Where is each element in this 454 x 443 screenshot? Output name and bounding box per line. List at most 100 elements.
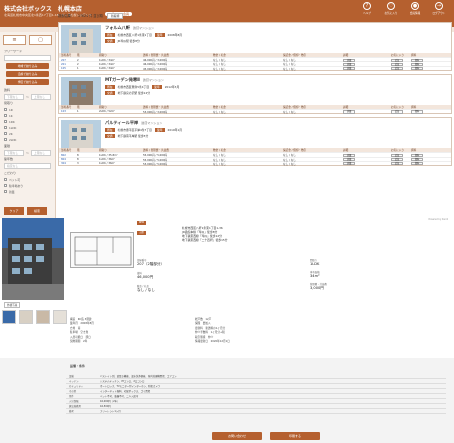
option-item[interactable]: 新築 bbox=[4, 189, 51, 194]
room-row: 804 8 1LDK / 36m² 55,000円 / 5,000円 なし / なし なし… bbox=[59, 156, 451, 162]
checkbox[interactable] bbox=[4, 190, 7, 193]
document-button[interactable]: 資料 bbox=[411, 162, 423, 166]
room-deposit: なし / なし bbox=[213, 162, 226, 166]
checkbox[interactable] bbox=[4, 120, 7, 123]
thumbnail[interactable] bbox=[53, 310, 67, 324]
clear-button[interactable]: クリア bbox=[4, 207, 24, 215]
room-number-link[interactable]: 304 bbox=[61, 162, 77, 165]
document-button[interactable]: 資料 bbox=[411, 62, 423, 66]
station-tag: 交通 bbox=[105, 90, 115, 95]
checkbox[interactable] bbox=[4, 138, 7, 141]
favorite-button[interactable]: 追加 bbox=[391, 66, 403, 71]
building-station: JR琴似駅 徒歩8分 bbox=[117, 39, 140, 43]
station-tag: 交通 bbox=[105, 134, 115, 139]
age-select[interactable]: 指定なし bbox=[4, 163, 51, 169]
checkbox[interactable] bbox=[4, 184, 7, 187]
favorite-button[interactable]: 追加 bbox=[391, 162, 403, 166]
building-name[interactable]: MTガーデン発寒Ⅱ 賃貸マンション bbox=[105, 77, 449, 83]
keyword-input[interactable] bbox=[4, 55, 51, 61]
room-guarantee: なし / なし bbox=[283, 67, 296, 71]
detail-button[interactable]: 詳細 bbox=[343, 62, 355, 66]
layout-option[interactable]: 1LDK bbox=[4, 125, 51, 130]
favorite-button[interactable]: 追加 bbox=[391, 110, 403, 114]
layout-option[interactable]: 1DK bbox=[4, 119, 51, 124]
school-filter-button[interactable]: 学区で絞り込み bbox=[6, 79, 49, 85]
inquiry-button[interactable]: お問い合わせ bbox=[212, 432, 262, 440]
area-filter-button[interactable]: 地域で絞り込み bbox=[6, 63, 49, 69]
main-photo[interactable] bbox=[2, 218, 64, 300]
document-button[interactable]: 資料 bbox=[411, 157, 423, 162]
column-header: 資料 bbox=[411, 54, 417, 58]
thumbnail[interactable] bbox=[19, 310, 33, 324]
building-summary: MTガーデン発寒Ⅱ 賃貸マンション 所在 札幌市西区発寒5条4丁目 築年 2012年3月交… bbox=[59, 75, 451, 105]
built-tag: 築年 bbox=[154, 33, 165, 37]
room-value: 207（2階部分） bbox=[137, 262, 165, 266]
layout-option[interactable]: 1R bbox=[4, 107, 51, 112]
room-number-link[interactable]: 201 bbox=[61, 63, 77, 66]
built-tag: 築年 bbox=[154, 128, 165, 133]
fee-value: 3,000円 bbox=[310, 286, 324, 290]
building-thumbnail[interactable] bbox=[61, 25, 101, 53]
favorite-button[interactable]: 追加 bbox=[391, 58, 403, 62]
layout-option[interactable]: 2LDK bbox=[4, 137, 51, 142]
layout-option[interactable]: 2K bbox=[4, 131, 51, 136]
room-number-link[interactable]: 103 bbox=[61, 110, 77, 113]
checkbox[interactable] bbox=[4, 178, 7, 181]
favorite-button[interactable]: 追加 bbox=[391, 157, 403, 162]
checkbox[interactable] bbox=[4, 126, 7, 129]
document-button[interactable]: 資料 bbox=[411, 58, 423, 62]
detail-button[interactable]: 詳細 bbox=[343, 66, 355, 71]
conditions-label: 備考 bbox=[69, 410, 74, 413]
area-min-select[interactable]: 下限なし bbox=[4, 149, 25, 156]
room-number-link[interactable]: 802 bbox=[61, 154, 77, 157]
room-number-link[interactable]: 804 bbox=[61, 158, 77, 161]
option-item[interactable]: 駐車場あり bbox=[4, 183, 51, 188]
detail-button[interactable]: 詳細 bbox=[343, 58, 355, 62]
rent-min-select[interactable]: 下限なし bbox=[4, 93, 25, 100]
favorite-button[interactable]: 追加 bbox=[391, 62, 403, 66]
print-button[interactable]: 印刷する bbox=[270, 432, 320, 440]
checkbox[interactable] bbox=[4, 108, 7, 111]
building-photo-image bbox=[2, 218, 64, 300]
building-summary: パルティール平岸 賃貸マンション 所在 札幌市豊平区平岸4条7丁目 築年 2019年1月交… bbox=[59, 118, 451, 149]
access-info: 札幌市西区八軒1条東1丁目1-36 JR函館本線「琴似」徒歩8分 地下鉄東西線「琴似… bbox=[182, 226, 228, 242]
room-layout: 1LDK / 34m² bbox=[99, 62, 116, 66]
detail-button[interactable]: 詳細 bbox=[343, 157, 355, 162]
rent-max-select[interactable]: 上限なし bbox=[30, 93, 51, 100]
checkbox[interactable] bbox=[4, 132, 7, 135]
building-built: 2019年1月 bbox=[167, 128, 183, 133]
document-button[interactable]: 資料 bbox=[411, 66, 423, 71]
search-button[interactable]: 検索 bbox=[27, 207, 47, 215]
option-label: こだわり bbox=[4, 171, 17, 175]
layout-option[interactable]: 1K bbox=[4, 113, 51, 118]
building-station: 地下鉄宮の沢駅 徒歩12分 bbox=[117, 90, 151, 95]
building-list: フォルム八軒 賃貸マンション 所在 札幌市西区八軒1条東1丁目 築年 2008年8月 交通 J… bbox=[58, 22, 452, 166]
checkbox[interactable] bbox=[4, 114, 7, 117]
column-header: 保証金 / 償却・敷引 bbox=[283, 149, 307, 153]
detail-button[interactable]: 詳細 bbox=[343, 153, 355, 157]
detail-button[interactable]: 詳細 bbox=[343, 162, 355, 166]
thumbnail[interactable] bbox=[2, 310, 16, 324]
document-button[interactable]: 資料 bbox=[411, 110, 423, 114]
document-button[interactable]: 資料 bbox=[411, 153, 423, 157]
detail-button[interactable]: 詳細 bbox=[343, 110, 355, 114]
building-thumbnail[interactable] bbox=[61, 120, 101, 149]
room-layout: 2LDK / 52m² bbox=[99, 110, 116, 114]
building-thumbnail[interactable] bbox=[61, 76, 101, 105]
column-header: 間取り bbox=[99, 54, 107, 58]
thumbnail[interactable] bbox=[36, 310, 50, 324]
building-card: フォルム八軒 賃貸マンション 所在 札幌市西区八軒1条東1丁目 築年 2008年8月 交通 J… bbox=[58, 22, 452, 71]
building-name[interactable]: フォルム八軒 賃貸マンション bbox=[105, 25, 449, 31]
favorite-button[interactable]: 追加 bbox=[391, 153, 403, 157]
tab-list[interactable]: ≡ bbox=[3, 35, 26, 45]
room-number-link[interactable]: 207 bbox=[61, 59, 77, 62]
room-number-link[interactable]: 105 bbox=[61, 67, 77, 70]
sort-select[interactable]: 新着順 bbox=[106, 12, 124, 19]
option-item[interactable]: ペット可 bbox=[4, 177, 51, 182]
tab-map[interactable]: ▢ bbox=[29, 35, 52, 45]
building-name[interactable]: パルティール平岸 賃貸マンション bbox=[105, 120, 449, 126]
floor-plan[interactable] bbox=[70, 232, 134, 268]
column-header: 間取り bbox=[99, 105, 107, 109]
line-filter-button[interactable]: 沿線で絞り込み bbox=[6, 71, 49, 77]
area-max-select[interactable]: 上限なし bbox=[30, 149, 51, 156]
